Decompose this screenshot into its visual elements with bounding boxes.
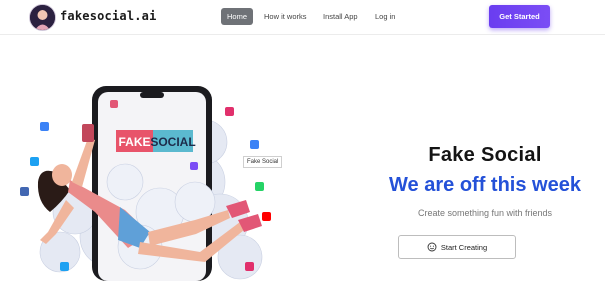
nav-log-in[interactable]: Log in	[369, 8, 401, 25]
nav-install-app[interactable]: Install App	[317, 8, 364, 25]
nav-home[interactable]: Home	[221, 8, 254, 25]
brand-name[interactable]: fakesocial.ai	[60, 9, 157, 23]
site-header: fakesocial.ai Home How it works Install …	[0, 0, 605, 35]
smile-icon	[427, 242, 437, 252]
nav-how-it-works[interactable]: How it works	[258, 8, 313, 25]
hero-tagline: Create something fun with friends	[417, 208, 553, 218]
start-creating-label: Start Creating	[440, 242, 488, 252]
get-started-button[interactable]: Get Started	[489, 5, 550, 28]
floating-fake-social-label: Fake Social	[243, 156, 283, 168]
hero-title: Fake Social	[428, 144, 542, 166]
phone-logo-fake: FAKE	[118, 135, 150, 149]
phone-logo-social: SOCIAL	[150, 135, 195, 149]
hero-illustration: FAKE SOCIAL	[20, 86, 271, 281]
brand-logo-icon[interactable]	[29, 4, 56, 31]
start-creating-button[interactable]: Start Creating	[398, 235, 516, 259]
hero-subtitle: We are off this week	[389, 174, 581, 196]
